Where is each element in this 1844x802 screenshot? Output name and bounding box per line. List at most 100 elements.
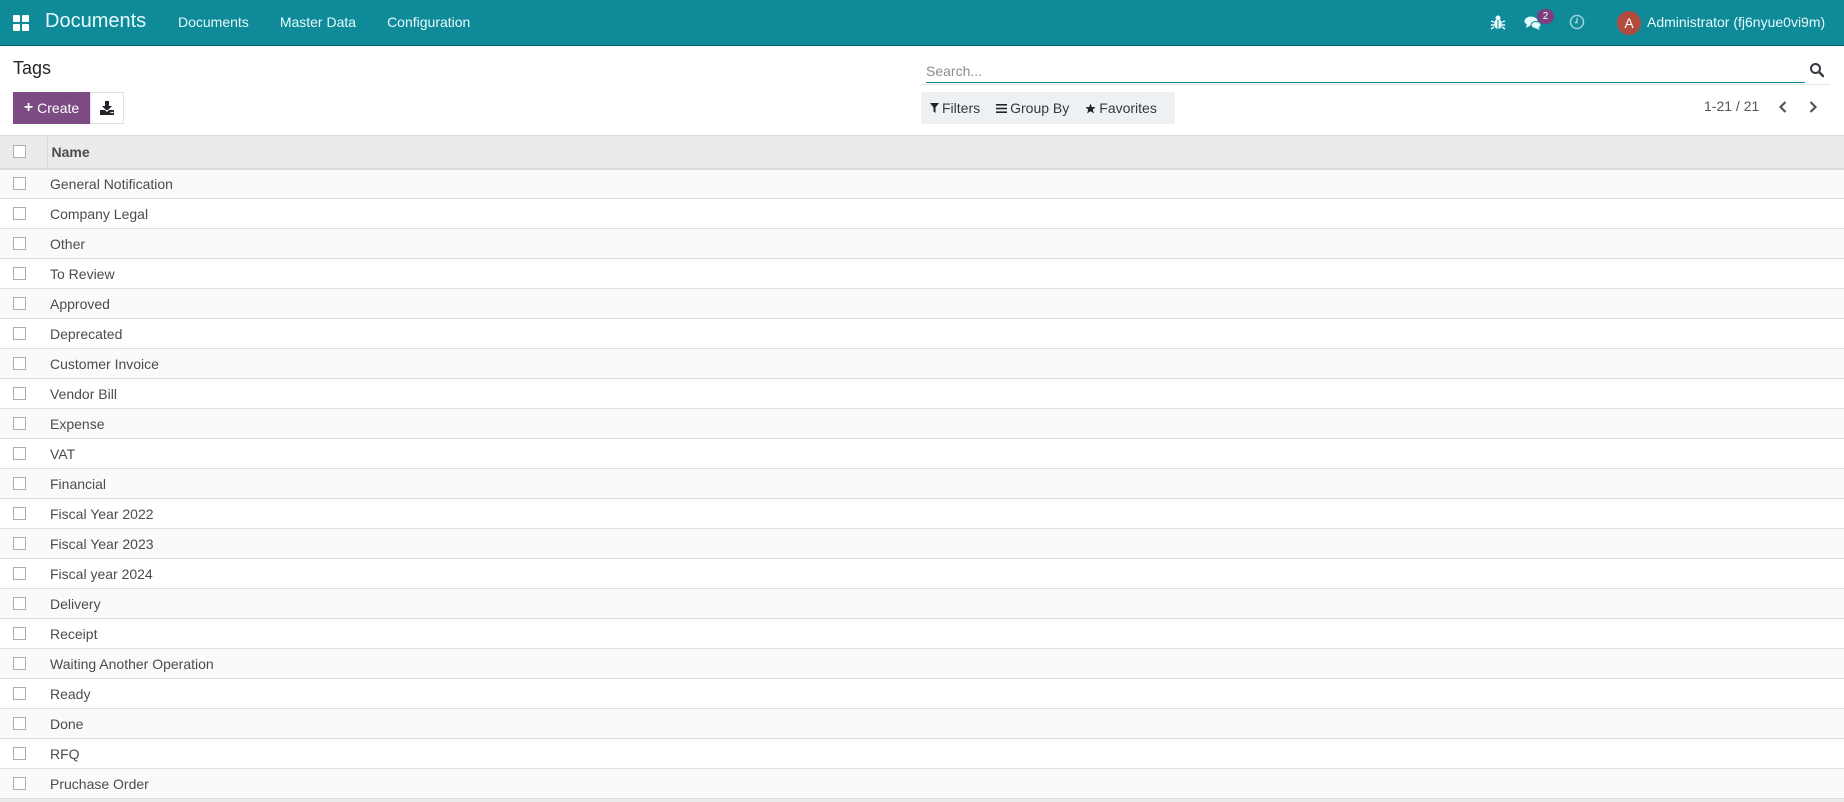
column-header-name[interactable]: Name	[47, 136, 1844, 169]
row-name[interactable]: VAT	[47, 439, 1844, 469]
bars-icon	[996, 103, 1008, 113]
bug-icon[interactable]	[1490, 13, 1506, 31]
table-row[interactable]: To Review	[0, 258, 1844, 289]
select-all-checkbox[interactable]	[13, 145, 26, 159]
row-checkbox[interactable]	[13, 207, 26, 220]
row-name[interactable]: Company Legal	[47, 199, 1844, 229]
group-by-dropdown[interactable]: Group By	[996, 100, 1069, 116]
table-row[interactable]: Vendor Bill	[0, 378, 1844, 409]
table-row[interactable]: Pruchase Order	[0, 768, 1844, 799]
row-checkbox[interactable]	[13, 297, 26, 310]
table-row[interactable]: Fiscal Year 2023	[0, 528, 1844, 559]
row-checkbox[interactable]	[13, 777, 26, 790]
table-row[interactable]: Delivery	[0, 588, 1844, 619]
row-checkbox[interactable]	[13, 177, 26, 191]
table-footer	[0, 798, 1844, 802]
row-checkbox[interactable]	[13, 447, 26, 460]
table-row[interactable]: Other	[0, 228, 1844, 259]
user-avatar[interactable]: A	[1617, 11, 1641, 35]
row-checkbox[interactable]	[13, 237, 26, 250]
group-by-label: Group By	[1010, 100, 1070, 116]
search-input[interactable]	[926, 60, 1805, 83]
table-row[interactable]: RFQ	[0, 738, 1844, 769]
row-select-cell	[0, 199, 47, 229]
chevron-left-icon[interactable]	[1776, 99, 1790, 115]
filter-icon	[930, 103, 939, 113]
row-select-cell	[0, 439, 47, 469]
row-name[interactable]: Receipt	[47, 619, 1844, 649]
row-name[interactable]: Fiscal Year 2022	[47, 499, 1844, 529]
table-row[interactable]: Ready	[0, 678, 1844, 709]
top-navbar: Documents Documents Master Data Configur…	[0, 0, 1844, 46]
tags-list: Name General Notification Company Legal Ot…	[0, 135, 1844, 799]
row-name[interactable]: Delivery	[47, 589, 1844, 619]
row-name[interactable]: Approved	[47, 289, 1844, 319]
row-checkbox[interactable]	[13, 687, 26, 700]
row-name[interactable]: Deprecated	[47, 319, 1844, 349]
row-checkbox[interactable]	[13, 627, 26, 640]
app-name[interactable]: Documents	[45, 10, 146, 33]
row-name[interactable]: Waiting Another Operation	[47, 649, 1844, 679]
row-name[interactable]: RFQ	[47, 739, 1844, 769]
row-select-cell	[0, 739, 47, 769]
table-row[interactable]: Company Legal	[0, 198, 1844, 229]
row-checkbox[interactable]	[13, 597, 26, 610]
table-body: General Notification Company Legal Other To…	[0, 168, 1844, 799]
table-row[interactable]: Fiscal year 2024	[0, 558, 1844, 589]
row-name[interactable]: Pruchase Order	[47, 769, 1844, 799]
favorites-dropdown[interactable]: Favorites	[1085, 100, 1157, 116]
row-checkbox[interactable]	[13, 657, 26, 670]
user-menu[interactable]: Administrator (fj6nyue0vi9m)	[1647, 14, 1825, 30]
filters-dropdown[interactable]: Filters	[930, 100, 980, 116]
row-name[interactable]: Fiscal year 2024	[47, 559, 1844, 589]
table-row[interactable]: Deprecated	[0, 318, 1844, 349]
row-checkbox[interactable]	[13, 417, 26, 430]
pager-value[interactable]: 1-21 / 21	[1704, 98, 1759, 114]
row-checkbox[interactable]	[13, 327, 26, 340]
table-row[interactable]: Expense	[0, 408, 1844, 439]
table-row[interactable]: Waiting Another Operation	[0, 648, 1844, 679]
row-name[interactable]: Customer Invoice	[47, 349, 1844, 379]
row-select-cell	[0, 529, 47, 559]
row-checkbox[interactable]	[13, 357, 26, 370]
row-name[interactable]: General Notification	[47, 169, 1844, 199]
clock-icon[interactable]	[1569, 14, 1585, 30]
row-name[interactable]: Fiscal Year 2023	[47, 529, 1844, 559]
menu-item-master-data[interactable]: Master Data	[280, 14, 356, 30]
row-select-cell	[0, 469, 47, 499]
table-row[interactable]: Fiscal Year 2022	[0, 498, 1844, 529]
create-button-label: Create	[37, 100, 80, 116]
export-button[interactable]	[90, 92, 124, 124]
row-name[interactable]: Financial	[47, 469, 1844, 499]
table-row[interactable]: Financial	[0, 468, 1844, 499]
row-name[interactable]: Done	[47, 709, 1844, 739]
row-checkbox[interactable]	[13, 537, 26, 550]
row-checkbox[interactable]	[13, 567, 26, 580]
row-name[interactable]: To Review	[47, 259, 1844, 289]
row-checkbox[interactable]	[13, 717, 26, 730]
row-select-cell	[0, 229, 47, 259]
menu-item-configuration[interactable]: Configuration	[387, 14, 470, 30]
row-select-cell	[0, 319, 47, 349]
apps-grid-icon[interactable]	[13, 15, 29, 31]
row-name[interactable]: Vendor Bill	[47, 379, 1844, 409]
table-row[interactable]: Approved	[0, 288, 1844, 319]
table-row[interactable]: General Notification	[0, 168, 1844, 199]
table-row[interactable]: Done	[0, 708, 1844, 739]
row-name[interactable]: Other	[47, 229, 1844, 259]
row-name[interactable]: Expense	[47, 409, 1844, 439]
plus-icon: +	[23, 99, 34, 116]
row-checkbox[interactable]	[13, 507, 26, 520]
search-icon[interactable]	[1809, 62, 1825, 78]
row-name[interactable]: Ready	[47, 679, 1844, 709]
table-row[interactable]: Customer Invoice	[0, 348, 1844, 379]
chevron-right-icon[interactable]	[1806, 99, 1820, 115]
row-checkbox[interactable]	[13, 387, 26, 400]
row-checkbox[interactable]	[13, 477, 26, 490]
table-row[interactable]: VAT	[0, 438, 1844, 469]
table-row[interactable]: Receipt	[0, 618, 1844, 649]
create-button[interactable]: + Create	[13, 92, 90, 124]
menu-item-documents[interactable]: Documents	[178, 14, 249, 30]
row-checkbox[interactable]	[13, 747, 26, 760]
row-checkbox[interactable]	[13, 267, 26, 280]
